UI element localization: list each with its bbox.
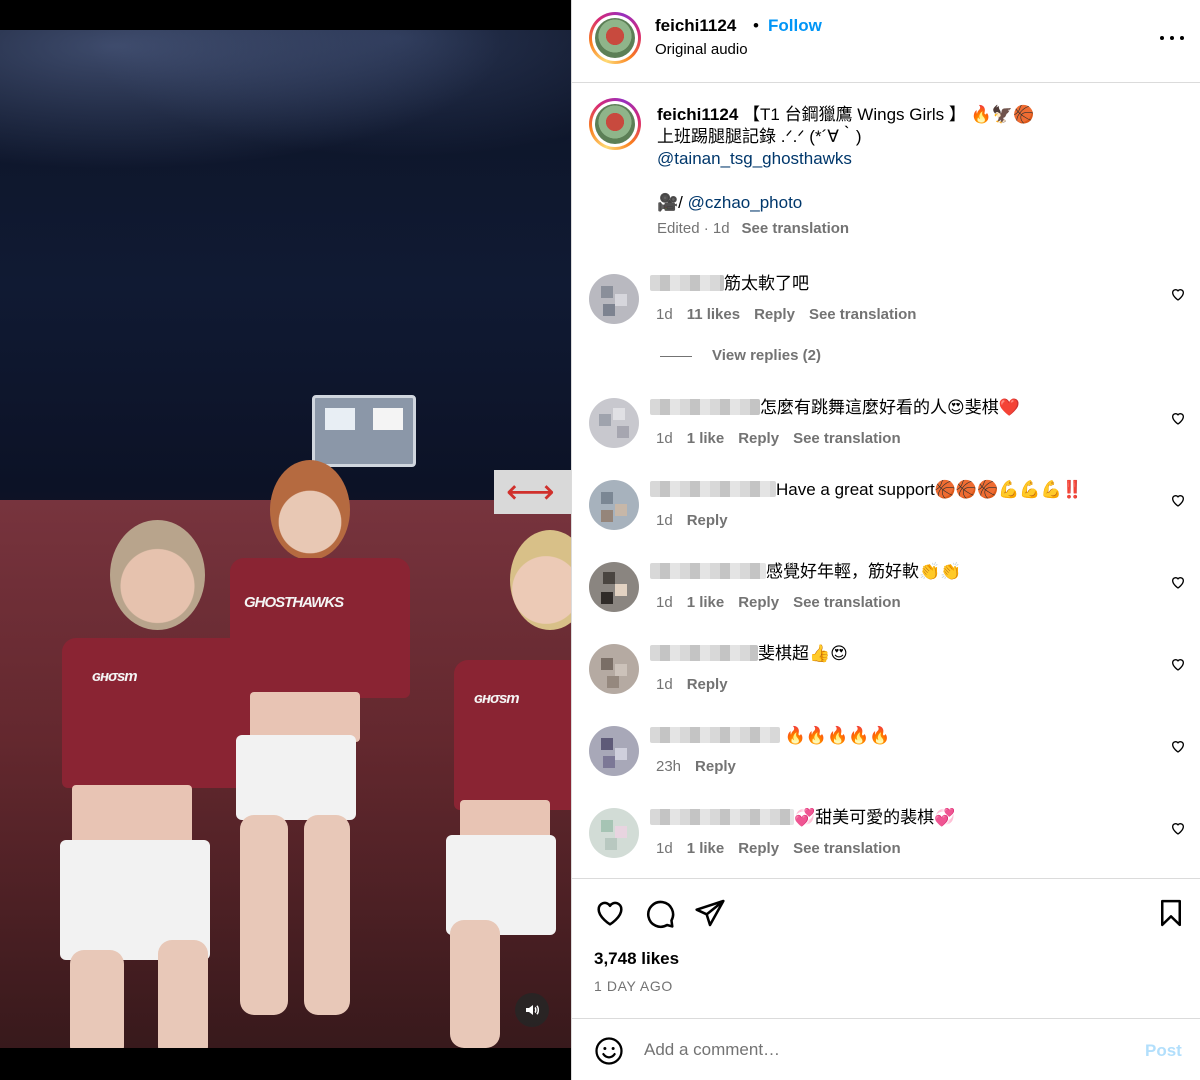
comment-like-heart-icon[interactable] <box>1170 738 1186 754</box>
view-replies-button[interactable]: View replies (2) <box>660 347 821 364</box>
comment-text: 筋太軟了吧 <box>724 274 809 293</box>
comment-text: 💞甜美可愛的裴棋💞 <box>794 808 956 827</box>
comment-reply-button[interactable]: Reply <box>695 758 736 775</box>
commenter-username-blurred[interactable] <box>650 399 760 415</box>
save-bookmark-icon[interactable] <box>1156 897 1186 929</box>
comment-like-heart-icon[interactable] <box>1170 492 1186 508</box>
comment-reply-button[interactable]: Reply <box>738 840 779 857</box>
reel-video-panel[interactable]: ɢнσѕт GHOSTHAWKS ɢнσѕт <box>0 0 571 1080</box>
comment-see-translation[interactable]: See translation <box>809 306 917 323</box>
emoji-smiley-icon[interactable] <box>594 1036 624 1066</box>
comment-time: 1d <box>656 306 673 323</box>
possession-arrow-sign <box>494 470 571 514</box>
comment-text: 🔥🔥🔥🔥🔥 <box>780 726 891 745</box>
share-paper-plane-icon[interactable] <box>694 897 726 929</box>
post-actions: 3,748 likes 1 DAY AGO <box>572 878 1200 1018</box>
video-frame[interactable]: ɢнσѕт GHOSTHAWKS ɢнσѕт <box>0 30 571 1048</box>
audio-link[interactable]: Original audio <box>655 41 748 58</box>
comment-item: 感覺好年輕，筋好軟👏👏 1d 1 like Reply See translation <box>572 560 1200 630</box>
dancer-right: ɢнσѕт <box>440 530 571 1048</box>
comment-item: 🔥🔥🔥🔥🔥 23h Reply <box>572 724 1200 794</box>
comment-item: 💞甜美可愛的裴棋💞 1d 1 like Reply See translation <box>572 806 1200 876</box>
commenter-avatar[interactable] <box>589 398 639 448</box>
caption-line-2: 上班踢腿腿記錄 .ᐟ.ᐟ (*´∀｀) <box>657 127 862 146</box>
comment-like-heart-icon[interactable] <box>1170 286 1186 302</box>
caption-username[interactable]: feichi1124 <box>657 105 738 124</box>
comment-time: 1d <box>656 430 673 447</box>
comment-like-heart-icon[interactable] <box>1170 574 1186 590</box>
caption-line-1: 【T1 台鋼獵鷹 Wings Girls 】 🔥🦅🏀 <box>738 105 1035 124</box>
dancer-middle: GHOSTHAWKS <box>220 450 420 1048</box>
comment-likes[interactable]: 1 like <box>687 840 725 857</box>
commenter-username-blurred[interactable] <box>650 645 758 661</box>
comment-text: 感覺好年輕，筋好軟👏👏 <box>766 562 962 581</box>
mute-toggle-button[interactable] <box>515 993 549 1027</box>
post-side-panel: feichi1124 • Follow Original audio feich… <box>571 0 1200 1080</box>
commenter-avatar[interactable] <box>589 644 639 694</box>
more-options-button[interactable] <box>1157 26 1187 50</box>
comment-bubble-icon[interactable] <box>644 897 676 929</box>
comment-time: 1d <box>656 840 673 857</box>
follow-button[interactable]: Follow <box>768 16 822 36</box>
commenter-avatar[interactable] <box>589 726 639 776</box>
commenter-avatar[interactable] <box>589 808 639 858</box>
caption-author-avatar[interactable] <box>589 98 641 150</box>
comment-see-translation[interactable]: See translation <box>793 840 901 857</box>
comment-item: 斐棋超👍😍 1d Reply <box>572 642 1200 712</box>
comment-time: 23h <box>656 758 682 775</box>
camera-emoji: 🎥/ <box>657 193 688 212</box>
comment-time: 1d <box>656 594 673 611</box>
stage-lights <box>0 30 571 190</box>
separator-dot: • <box>753 16 759 35</box>
commenter-avatar[interactable] <box>589 562 639 612</box>
commenter-avatar[interactable] <box>589 480 639 530</box>
commenter-avatar[interactable] <box>589 274 639 324</box>
comment-time: 1d <box>656 676 673 693</box>
author-username[interactable]: feichi1124 <box>655 16 736 36</box>
comment-reply-button[interactable]: Reply <box>687 676 728 693</box>
like-heart-icon[interactable] <box>594 897 626 929</box>
mention-czhao-photo[interactable]: @czhao_photo <box>688 193 803 212</box>
comment-item: 怎麼有跳舞這麼好看的人😍斐棋❤️ 1d 1 like Reply See transl… <box>572 396 1200 466</box>
comment-see-translation[interactable]: See translation <box>793 430 901 447</box>
comment-likes[interactable]: 1 like <box>687 594 725 611</box>
comment-item: 筋太軟了吧 1d 11 likes Reply See translation <box>572 272 1200 342</box>
add-comment-bar: Post <box>572 1018 1200 1080</box>
post-header: feichi1124 • Follow Original audio <box>572 0 1200 83</box>
comment-text: Have a great support🏀🏀🏀💪💪💪‼️ <box>776 480 1083 499</box>
commenter-username-blurred[interactable] <box>650 727 780 743</box>
comment-time: 1d <box>656 512 673 529</box>
caption-meta: Edited · 1d See translation <box>657 220 849 237</box>
comment-reply-button[interactable]: Reply <box>754 306 795 323</box>
more-horizontal-icon <box>1160 36 1164 40</box>
comment-like-heart-icon[interactable] <box>1170 410 1186 426</box>
commenter-username-blurred[interactable] <box>650 275 724 291</box>
commenter-username-blurred[interactable] <box>650 563 766 579</box>
caption-text: feichi1124 【T1 台鋼獵鷹 Wings Girls 】 🔥🦅🏀 上班… <box>657 104 1177 214</box>
caption-see-translation[interactable]: See translation <box>742 220 850 237</box>
likes-count[interactable]: 3,748 likes <box>594 949 679 969</box>
comment-reply-button[interactable]: Reply <box>738 430 779 447</box>
comment-input[interactable] <box>644 1035 1104 1065</box>
post-comment-button[interactable]: Post <box>1145 1041 1182 1061</box>
post-timestamp: 1 DAY AGO <box>594 978 673 994</box>
comment-text: 怎麼有跳舞這麼好看的人😍斐棋❤️ <box>760 398 1020 417</box>
comment-see-translation[interactable]: See translation <box>793 594 901 611</box>
comment-reply-button[interactable]: Reply <box>687 512 728 529</box>
comment-like-heart-icon[interactable] <box>1170 656 1186 672</box>
author-avatar[interactable] <box>589 12 641 64</box>
comment-likes[interactable]: 11 likes <box>687 306 740 323</box>
comment-item: Have a great support🏀🏀🏀💪💪💪‼️ 1d Reply <box>572 478 1200 548</box>
mention-ghosthawks[interactable]: @tainan_tsg_ghosthawks <box>657 149 852 168</box>
speaker-icon <box>526 1005 540 1015</box>
comment-like-heart-icon[interactable] <box>1170 820 1186 836</box>
comment-likes[interactable]: 1 like <box>687 430 725 447</box>
commenter-username-blurred[interactable] <box>650 481 776 497</box>
comment-reply-button[interactable]: Reply <box>738 594 779 611</box>
caption-edited-time: Edited · 1d <box>657 220 730 237</box>
commenter-username-blurred[interactable] <box>650 809 794 825</box>
comment-text: 斐棋超👍😍 <box>758 644 848 663</box>
